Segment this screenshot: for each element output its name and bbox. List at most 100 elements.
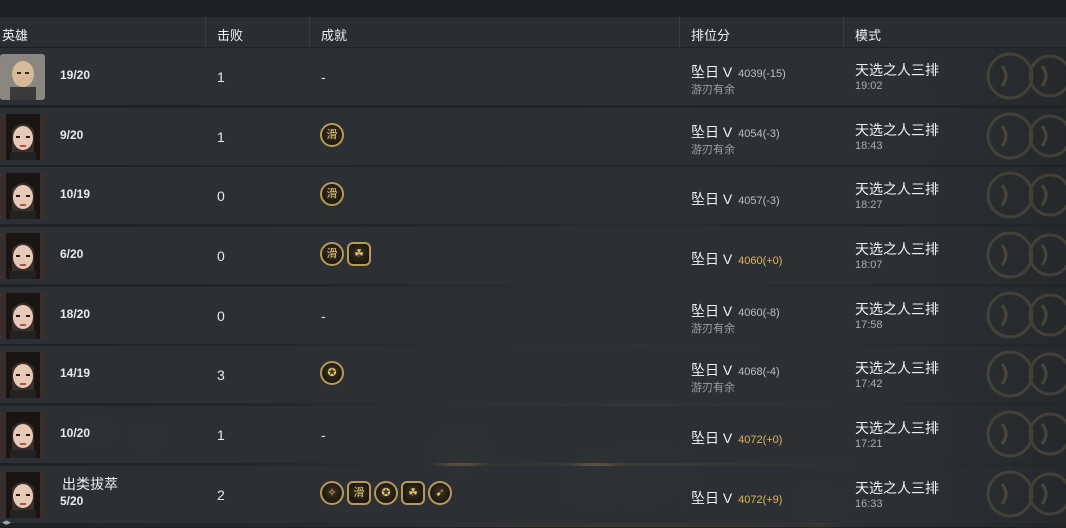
rank-points: 4072(+9) [738,494,783,506]
table-row[interactable]: 18/20 0- 坠日 V 4060(-8) 游刃有余 天选之人三排 17:58 [0,287,1066,344]
game-mode: 天选之人三排 [855,62,939,78]
match-time: 18:43 [855,140,883,152]
game-mode: 天选之人三排 [855,181,939,197]
game-mode: 天选之人三排 [855,420,939,436]
header-hero: 英雄 [2,28,29,43]
achievement-medal-icon[interactable]: ✪ [374,481,398,505]
rank-name: 坠日 V [691,124,733,140]
rank-name: 坠日 V [691,303,733,319]
placement-score: 19/20 [60,68,91,82]
rank-tier: 坠日 V 4054(-3) [691,122,780,142]
header-mode: 模式 [855,28,882,43]
female-hero-avatar [0,173,45,219]
rank-tier: 坠日 V 4068(-4) [691,360,780,380]
rank-points: 4039(-15) [738,68,786,80]
game-mode: 天选之人三排 [855,122,939,138]
rank-points: 4068(-4) [738,366,780,378]
achievement-medal-icon[interactable]: ☘ [401,481,425,505]
placement-score: 10/20 [60,426,91,440]
table-row[interactable]: 出类拔萃 5/20 2 ✧ 滑 ✪ ☘ ➹ 坠日 V 4072(+9) 天选之人三排 16:33 [0,466,1066,523]
rank-points: 4072(+0) [738,434,783,446]
table-row[interactable]: 14/19 3 ✪ 坠日 V 4068(-4) 游刃有余 天选之人三排 17:42 [0,346,1066,403]
header-divider [679,17,680,47]
kills-count: 3 [217,367,225,383]
match-time: 16:33 [855,498,883,510]
rank-tier: 坠日 V 4057(-3) [691,189,780,209]
placement-score: 5/20 [60,494,84,508]
table-row[interactable]: 9/20 1 滑坠日 V 4054(-3) 游刃有余 天选之人三排 18:43 [0,108,1066,165]
decorative-emblem-icon [980,231,1066,280]
female-hero-avatar [0,114,45,160]
rank-note: 游刃有余 [691,84,735,96]
achievement-medal-icon[interactable]: ✪ [320,361,344,385]
kills-count: 1 [217,129,225,145]
achievement-list: 滑 [320,182,344,206]
female-hero-avatar [0,412,45,458]
achievement-list: 滑 [320,123,344,147]
rank-points: 4060(+0) [738,255,783,267]
kills-count: 0 [217,188,225,204]
footer-scroll-hint: ◂▸ [2,517,12,527]
kills-count: 1 [217,427,225,443]
rank-name: 坠日 V [691,490,733,506]
header-rank: 排位分 [691,28,731,43]
match-time: 18:07 [855,259,883,271]
match-time: 17:42 [855,378,883,390]
placement-score: 10/19 [60,187,91,201]
table-row[interactable]: 19/20 1- 坠日 V 4039(-15) 游刃有余 天选之人三排 19:02 [0,48,1066,105]
achievement-medal-icon[interactable]: 滑 [320,242,344,266]
kills-count: 2 [217,487,225,503]
table-header: 英雄 击败 成就 排位分 模式 [0,17,1066,47]
header-divider [205,17,206,47]
rank-note: 游刃有余 [691,323,735,335]
female-hero-avatar [0,233,45,279]
no-achievements: - [321,308,326,324]
placement-score: 14/19 [60,366,91,380]
achievement-medal-icon[interactable]: 滑 [347,481,371,505]
match-time: 18:27 [855,199,883,211]
kills-count: 1 [217,69,225,85]
achievement-medal-icon[interactable]: 滑 [320,182,344,206]
decorative-emblem-icon [980,52,1066,101]
rank-note: 游刃有余 [691,144,735,156]
female-hero-avatar [0,352,45,398]
kills-count: 0 [217,248,225,264]
achievement-medal-icon[interactable]: ☘ [347,242,371,266]
no-achievements: - [321,69,326,85]
rank-tier: 坠日 V 4072(+0) [691,428,782,448]
table-row[interactable]: 10/20 1 - 坠日 V 4072(+0) 天选之人三排 17:21 [0,406,1066,463]
header-kills: 击败 [217,28,244,43]
game-mode: 天选之人三排 [855,360,939,376]
match-time: 19:02 [855,80,883,92]
match-time: 17:21 [855,438,883,450]
rank-points: 4054(-3) [738,128,780,140]
female-hero-avatar [0,293,45,339]
decorative-emblem-icon [980,410,1066,459]
rank-name: 坠日 V [691,64,733,80]
achievement-medal-icon[interactable]: 滑 [320,123,344,147]
table-row[interactable]: 10/19 0 滑 坠日 V 4057(-3) 天选之人三排 18:27 [0,167,1066,224]
game-mode: 天选之人三排 [855,480,939,496]
female-hero-avatar [0,472,45,518]
placement-score: 9/20 [60,128,84,142]
placement-score: 6/20 [60,247,84,261]
achievement-medal-icon[interactable]: ✧ [320,481,344,505]
rank-name: 坠日 V [691,251,733,267]
match-time: 17:58 [855,319,883,331]
rank-name: 坠日 V [691,430,733,446]
header-divider [309,17,310,47]
table-row[interactable]: 6/20 0 滑 ☘ 坠日 V 4060(+0) 天选之人三排 18:07 [0,227,1066,284]
player-title: 出类拔萃 [62,476,118,492]
game-mode: 天选之人三排 [855,301,939,317]
game-mode: 天选之人三排 [855,241,939,257]
header-achievements: 成就 [321,28,348,43]
rank-name: 坠日 V [691,191,733,207]
decorative-emblem-icon [980,350,1066,399]
placement-score: 18/20 [60,307,91,321]
rank-points: 4057(-3) [738,195,780,207]
decorative-emblem-icon [980,470,1066,519]
achievement-medal-icon[interactable]: ➹ [428,481,452,505]
no-achievements: - [321,427,326,443]
top-bar [0,0,1066,17]
rank-tier: 坠日 V 4039(-15) [691,62,786,82]
